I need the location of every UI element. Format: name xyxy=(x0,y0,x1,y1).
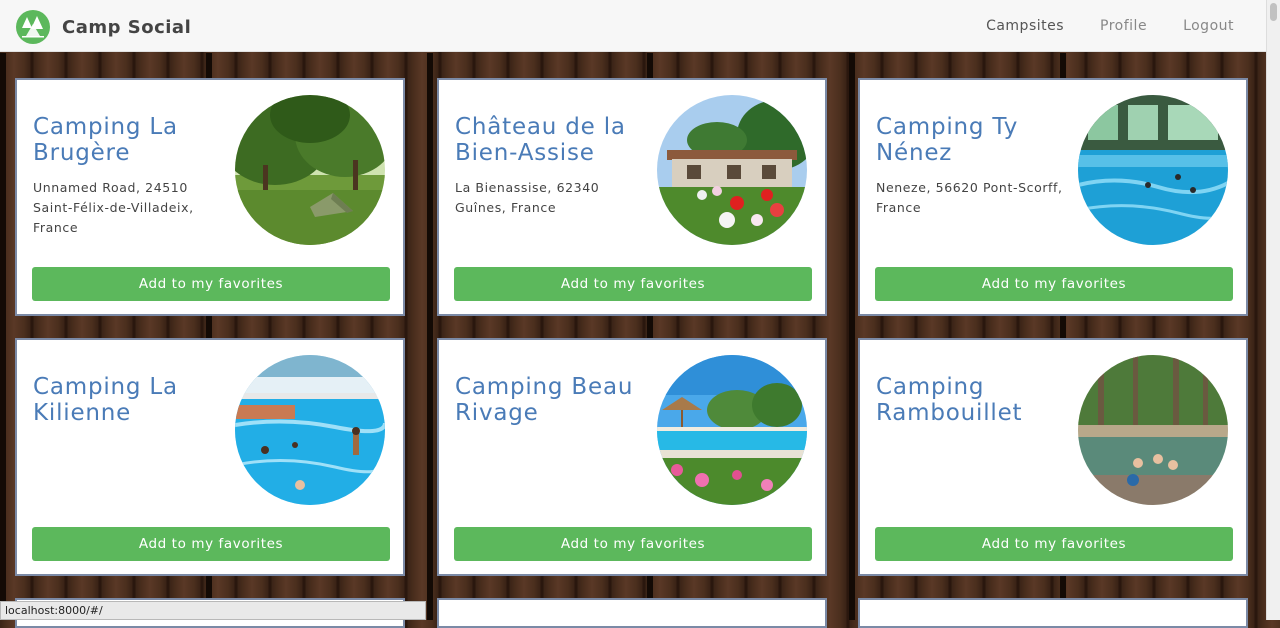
camp-logo-icon xyxy=(16,10,50,44)
add-to-favorites-button[interactable]: Add to my favorites xyxy=(875,267,1233,301)
campsite-card: Camping Rambouillet Add to my favorites xyxy=(858,338,1248,576)
campsite-name[interactable]: Camping Ty Nénez xyxy=(876,114,1062,166)
campsite-address: La Bienassise, 62340 Guînes, France xyxy=(455,180,600,215)
add-to-favorites-button[interactable]: Add to my favorites xyxy=(32,527,390,561)
add-to-favorites-button[interactable]: Add to my favorites xyxy=(454,527,812,561)
brand[interactable]: Camp Social xyxy=(16,10,191,44)
campsite-name[interactable]: Château de la Bien-Assise xyxy=(455,114,641,166)
add-to-favorites-button[interactable]: Add to my favorites xyxy=(875,527,1233,561)
campsite-address: Unnamed Road, 24510 Saint-Félix-de-Villa… xyxy=(33,180,194,235)
add-to-favorites-button[interactable]: Add to my favorites xyxy=(32,267,390,301)
campsite-photo xyxy=(657,95,807,245)
campsite-card: Camping La Kilienne Add to my favorites xyxy=(15,338,405,576)
campsite-name[interactable]: Camping La Brugère xyxy=(33,114,219,166)
campsite-photo xyxy=(657,355,807,505)
campsite-card-partial xyxy=(437,598,827,628)
page-scrollbar[interactable] xyxy=(1266,0,1280,620)
brand-name: Camp Social xyxy=(62,16,192,38)
campsite-name[interactable]: Camping Beau Rivage xyxy=(455,374,641,426)
campsite-card-partial xyxy=(858,598,1248,628)
scrollbar-thumb[interactable] xyxy=(1270,3,1277,21)
top-navbar: Camp Social Campsites Profile Logout xyxy=(0,0,1266,52)
campsite-photo xyxy=(1078,355,1228,505)
nav-profile[interactable]: Profile xyxy=(1100,18,1147,34)
campsite-name[interactable]: Camping La Kilienne xyxy=(33,374,219,426)
campsite-photo xyxy=(235,95,385,245)
campsite-card: Camping La Brugère Unnamed Road, 24510 S… xyxy=(15,78,405,316)
campsite-card: Camping Ty Nénez Neneze, 56620 Pont-Scor… xyxy=(858,78,1248,316)
add-to-favorites-button[interactable]: Add to my favorites xyxy=(454,267,812,301)
nav-campsites[interactable]: Campsites xyxy=(986,18,1064,34)
campsite-address: Neneze, 56620 Pont-Scorff, France xyxy=(876,180,1063,215)
campsite-photo xyxy=(235,355,385,505)
campsite-card: Château de la Bien-Assise La Bienassise,… xyxy=(437,78,827,316)
nav-links: Campsites Profile Logout xyxy=(950,0,1234,52)
campsite-photo xyxy=(1078,95,1228,245)
campsite-name[interactable]: Camping Rambouillet xyxy=(876,374,1062,426)
browser-status-bar: localhost:8000/#/ xyxy=(0,601,426,620)
nav-logout[interactable]: Logout xyxy=(1183,18,1234,34)
campsite-card: Camping Beau Rivage Add to my favorites xyxy=(437,338,827,576)
